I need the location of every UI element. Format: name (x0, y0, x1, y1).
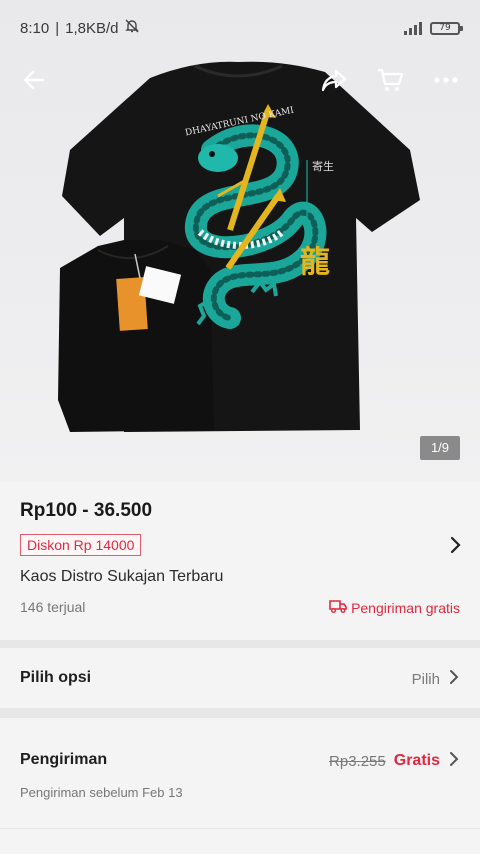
shirt-kanji: 龍 (300, 245, 330, 280)
product-price: Rp100 - 36.500 (20, 500, 153, 521)
chevron-right-icon[interactable] (448, 536, 462, 559)
battery-icon: 79 (430, 21, 463, 35)
image-page-indicator: 1/9 (420, 436, 460, 460)
image-toolbar (0, 58, 480, 102)
mute-bell-icon (124, 18, 140, 38)
free-shipping-label: Pengiriman gratis (329, 599, 460, 616)
discount-badge[interactable]: Diskon Rp 14000 (20, 534, 142, 556)
chevron-right-icon (448, 751, 460, 771)
options-action: Pilih (411, 670, 440, 688)
svg-text:寄生: 寄生 (312, 159, 334, 173)
product-screen: DHAYATRUNI NO KAMI 寄生 龍 1/9 8:10 | 1,8KB… (0, 0, 480, 854)
status-bar: 8:10 | 1,8KB/d 79 (0, 0, 480, 56)
shipping-row[interactable]: Pengiriman Rp3.255 Gratis Pengiriman seb… (0, 718, 480, 828)
more-icon[interactable] (424, 58, 468, 102)
cart-icon[interactable] (368, 58, 412, 102)
options-label: Pilih opsi (20, 669, 92, 686)
section-divider (0, 708, 480, 718)
truck-icon (329, 599, 347, 616)
shipping-eta: Pengiriman sebelum Feb 13 (20, 785, 183, 800)
shipping-old-price: Rp3.255 (329, 752, 386, 770)
chevron-right-icon (448, 669, 460, 689)
bottom-divider (0, 828, 480, 854)
status-network-speed: 1,8KB/d (65, 19, 119, 37)
sold-count: 146 terjual (20, 599, 86, 615)
shipping-free-price: Gratis (393, 752, 440, 769)
options-row[interactable]: Pilih opsi Pilih (0, 648, 480, 708)
back-arrow-icon[interactable] (12, 58, 56, 102)
product-title: Kaos Distro Sukajan Terbaru (20, 568, 224, 585)
section-divider (0, 640, 480, 648)
product-info: Rp100 - 36.500 Diskon Rp 14000 Kaos Dist… (0, 482, 480, 640)
signal-icon (404, 21, 422, 35)
shipping-label: Pengiriman (20, 751, 108, 768)
status-time: 8:10 (20, 19, 50, 37)
share-icon[interactable] (312, 58, 356, 102)
